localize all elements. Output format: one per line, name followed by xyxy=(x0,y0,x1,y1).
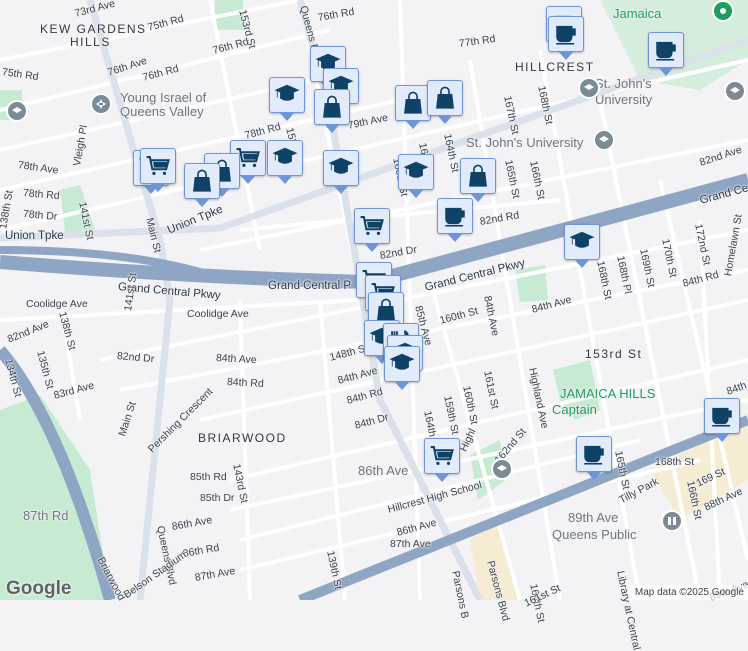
map-label: 87th Ave xyxy=(390,538,431,550)
graduation-cap-icon xyxy=(272,147,298,164)
map-label: HILLCREST xyxy=(515,60,595,74)
shopping-bag-icon xyxy=(469,164,487,187)
school-pin-icon[interactable] xyxy=(6,100,28,122)
map-label: Grand Central P xyxy=(268,280,352,292)
graduation-cap-marker[interactable] xyxy=(267,140,303,184)
google-logo: Google xyxy=(6,578,72,599)
graduation-cap-marker[interactable] xyxy=(398,154,434,198)
map-label: 168th St xyxy=(655,456,695,468)
graduation-cap-marker[interactable] xyxy=(564,224,600,268)
coffee-marker[interactable] xyxy=(437,198,473,242)
coffee-icon xyxy=(656,41,676,61)
coffee-icon xyxy=(712,407,732,427)
coffee-marker[interactable] xyxy=(548,16,584,60)
graduation-cap-marker[interactable] xyxy=(269,77,305,121)
map-label: 86th Ave xyxy=(358,463,409,478)
university-pin-icon[interactable] xyxy=(578,77,600,99)
coffee-icon xyxy=(556,25,576,45)
map-label: University xyxy=(595,92,653,107)
map-label: Coolidge Ave xyxy=(187,308,249,320)
coffee-marker[interactable] xyxy=(704,398,740,442)
map-label: St. John's University xyxy=(466,135,584,150)
shopping-bag-icon xyxy=(436,86,454,109)
shopping-bag-marker[interactable] xyxy=(427,80,463,124)
graduation-cap-marker[interactable] xyxy=(323,150,359,194)
shopping-bag-icon xyxy=(323,95,341,118)
shopping-bag-marker[interactable] xyxy=(184,163,220,207)
map-label: Young Israel of xyxy=(120,90,207,105)
graduation-cap-icon xyxy=(274,84,300,101)
shopping-cart-icon xyxy=(360,216,384,235)
coffee-icon xyxy=(445,207,465,227)
school-pin-icon[interactable] xyxy=(491,458,513,480)
university-pin-icon[interactable] xyxy=(593,129,615,151)
map-label: 89th Ave xyxy=(568,510,619,525)
shopping-cart-icon xyxy=(430,446,454,465)
shopping-bag-icon xyxy=(404,91,422,114)
map-label: Jamaica xyxy=(613,6,662,21)
place-of-worship-icon[interactable] xyxy=(90,93,112,115)
shopping-cart-marker[interactable] xyxy=(140,148,176,192)
library-pin-icon[interactable] xyxy=(661,510,683,532)
map-label: KEW GARDENS xyxy=(40,22,147,36)
shopping-bag-marker[interactable] xyxy=(460,158,496,202)
map-label: Union Tpke xyxy=(5,230,64,242)
map-label: JAMAICA HILLS xyxy=(560,386,656,401)
map-label: Coolidge Ave xyxy=(26,298,88,310)
coffee-icon xyxy=(584,445,604,465)
shopping-cart-marker[interactable] xyxy=(424,438,460,482)
graduation-cap-icon xyxy=(403,161,429,178)
map-label: 84th Ave xyxy=(215,352,257,367)
stadium-pin-icon[interactable] xyxy=(712,0,734,22)
map-label: 87th Rd xyxy=(23,508,69,523)
shopping-cart-marker[interactable] xyxy=(354,208,390,252)
graduation-cap-icon xyxy=(569,231,595,248)
map-label: 84th Rd xyxy=(226,376,265,390)
graduation-cap-icon xyxy=(389,353,415,370)
map-label: 85th Rd xyxy=(190,471,227,483)
map-label: Queens Valley xyxy=(120,104,204,119)
map-label: 153rd St xyxy=(585,347,643,361)
map-label: Queens Public xyxy=(552,527,637,542)
coffee-marker[interactable] xyxy=(648,32,684,76)
coffee-marker[interactable] xyxy=(576,436,612,480)
map-label: Captain xyxy=(552,402,597,417)
map-label: 85th Dr xyxy=(200,492,235,504)
map-label: BRIARWOOD xyxy=(198,431,287,445)
shopping-cart-icon xyxy=(146,156,170,175)
university-pin-icon[interactable] xyxy=(724,80,746,102)
shopping-bag-marker[interactable] xyxy=(314,89,350,133)
shopping-bag-marker[interactable] xyxy=(395,85,431,129)
map-label: St. John's xyxy=(595,76,652,91)
graduation-cap-icon xyxy=(328,157,354,174)
shopping-bag-icon xyxy=(193,169,211,192)
map-label: HILLS xyxy=(70,35,111,49)
graduation-cap-marker[interactable] xyxy=(384,346,420,390)
map-attribution[interactable]: Map data ©2025 Google xyxy=(630,585,748,600)
